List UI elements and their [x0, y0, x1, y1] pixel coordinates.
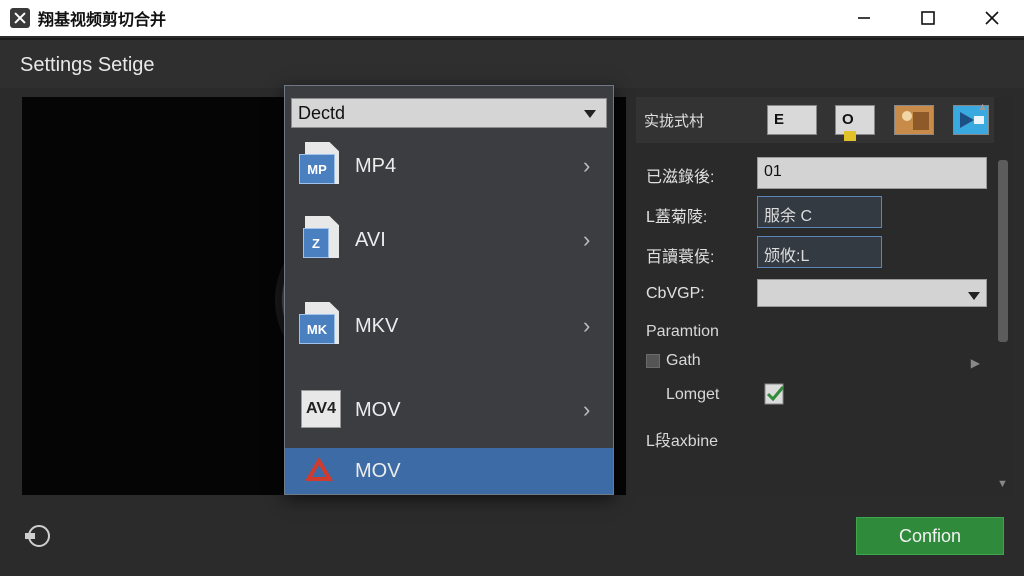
- title-bar: 翔基视频剪切合并: [0, 0, 1024, 36]
- media-tool-button[interactable]: O: [835, 105, 875, 141]
- scroll-up-icon[interactable]: ▲: [977, 101, 988, 113]
- chevron-right-icon: ›: [583, 227, 591, 252]
- settings-panel: 实拢式村 E O ▲ 已滋錄後: 01 L蓋菊陵: 服余 C 百讀蓑侯: 颁攸:…: [636, 97, 1014, 495]
- format-dropdown: Dectd MP MP4 › Z AVI › MK MKV › AV4 MOV …: [284, 85, 614, 495]
- section-title: Paramtion: [646, 323, 719, 340]
- format-option-mov[interactable]: AV4 MOV ›: [285, 374, 613, 446]
- mkv-file-icon: MK: [295, 300, 347, 352]
- field-input-2[interactable]: 服余 C: [757, 196, 882, 228]
- field-label-1: 已滋錄後:: [646, 169, 715, 186]
- app-logo-icon: [10, 8, 30, 28]
- tool-row-label: 实拢式村: [644, 113, 705, 130]
- format-option-label: MKV: [355, 314, 399, 337]
- checkmark-icon: [764, 383, 785, 405]
- maximize-button[interactable]: [896, 0, 960, 36]
- maximize-icon: [921, 11, 935, 25]
- field-input-3[interactable]: 颁攸:L: [757, 236, 882, 268]
- chevron-right-icon: ›: [583, 153, 591, 178]
- toggle-label: Lomget: [666, 386, 720, 403]
- format-select-value: Dectd: [298, 103, 346, 123]
- format-option-label: MP4: [355, 154, 397, 177]
- restore-icon[interactable]: [25, 525, 50, 547]
- section-footer-label: L段axbine: [646, 433, 719, 450]
- scroll-down-icon[interactable]: ▼: [997, 478, 1008, 490]
- chevron-right-icon: ›: [583, 313, 591, 338]
- media-tool-label: O: [842, 111, 854, 128]
- page-title: Settings Setige: [20, 54, 155, 76]
- chevron-right-icon: ›: [583, 397, 591, 422]
- minimize-button[interactable]: [832, 0, 896, 36]
- close-icon: [985, 11, 999, 25]
- chevron-down-icon: [584, 110, 596, 118]
- toggle-check-button[interactable]: [762, 381, 788, 407]
- format-option-mp4[interactable]: MP MP4 ›: [285, 130, 613, 202]
- minimize-icon: [858, 17, 870, 19]
- e-button[interactable]: E: [767, 105, 817, 135]
- checkbox-label: Gath: [666, 352, 701, 369]
- field-input-1[interactable]: 01: [757, 157, 987, 189]
- format-option-label: AVI: [355, 228, 386, 251]
- format-option-avi[interactable]: Z AVI ›: [285, 204, 613, 276]
- media-tool-icon: [844, 131, 856, 141]
- select-input[interactable]: [757, 279, 987, 307]
- scrollbar-thumb[interactable]: [998, 160, 1008, 342]
- format-option-mov-selected[interactable]: MOV: [285, 448, 613, 494]
- mp4-file-icon: MP: [295, 140, 347, 192]
- close-button[interactable]: [960, 0, 1024, 36]
- app-title: 翔基视频剪切合并: [38, 12, 167, 29]
- mov-av4-icon: AV4: [295, 384, 347, 436]
- photo-icon: [895, 106, 933, 134]
- window-controls: [832, 0, 1024, 36]
- mp4-badge: MP: [299, 154, 335, 184]
- settings-header: Settings Setige: [0, 38, 1024, 88]
- format-option-label: MOV: [355, 459, 401, 482]
- format-option-mkv[interactable]: MK MKV ›: [285, 290, 613, 362]
- format-option-label: MOV: [355, 398, 401, 421]
- confirm-button[interactable]: Confion: [856, 517, 1004, 555]
- photo-button[interactable]: [894, 105, 934, 135]
- tool-row: 实拢式村 E O ▲: [636, 97, 994, 143]
- field-label-3: 百讀蓑侯:: [646, 249, 715, 266]
- e-button-label: E: [774, 111, 785, 128]
- format-select[interactable]: Dectd: [291, 98, 607, 128]
- chevron-down-icon: [968, 292, 980, 300]
- avi-file-icon: Z: [295, 214, 347, 266]
- gath-checkbox[interactable]: [646, 354, 660, 368]
- expand-right-icon[interactable]: ▶: [971, 356, 980, 370]
- panel-scrollbar[interactable]: [997, 160, 1009, 490]
- triangle-shape: [305, 457, 333, 481]
- avi-badge: Z: [303, 228, 329, 258]
- mov-triangle-icon: [295, 451, 347, 491]
- mkv-badge: MK: [299, 314, 335, 344]
- av4-badge: AV4: [301, 390, 341, 428]
- field-label-2: L蓋菊陵:: [646, 209, 708, 226]
- select-label: CbVGP:: [646, 285, 705, 302]
